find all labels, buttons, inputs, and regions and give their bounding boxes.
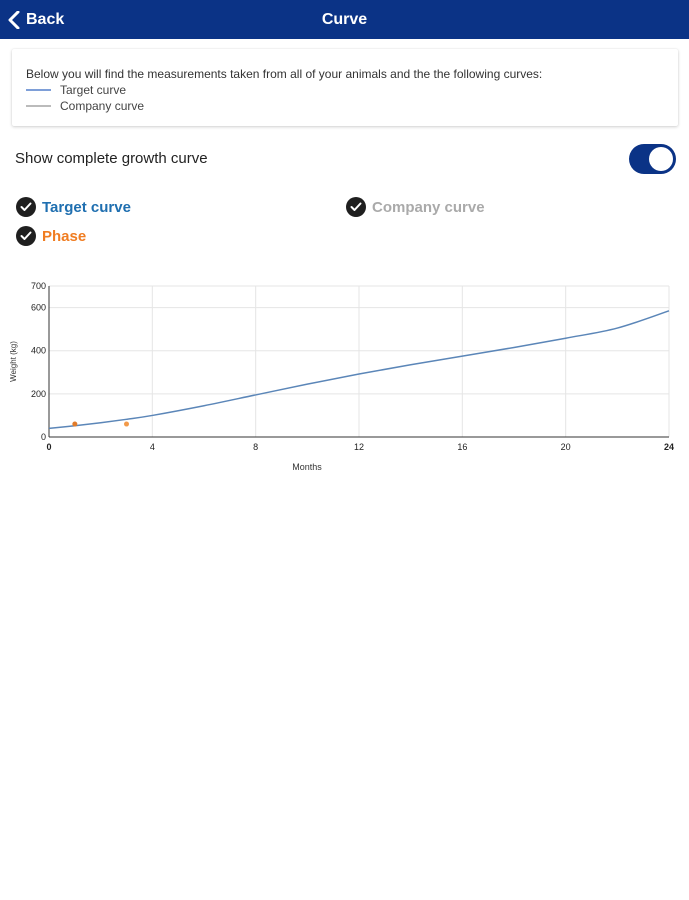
company-curve-filter-label: Company curve	[372, 198, 485, 216]
legend-label-company: Company curve	[60, 99, 145, 113]
x-tick-label: 4	[150, 442, 155, 452]
x-tick-label: 24	[664, 442, 674, 452]
check-circle-icon	[16, 197, 36, 217]
x-tick-label: 16	[457, 442, 467, 452]
y-tick-label: 0	[41, 432, 46, 442]
y-tick-label: 600	[31, 303, 46, 313]
y-tick-label: 700	[31, 281, 46, 291]
info-text: Below you will find the measurements tak…	[26, 67, 543, 81]
x-tick-label: 20	[561, 442, 571, 452]
toggle-knob	[649, 147, 673, 171]
growth-curve-toggle-label: Show complete growth curve	[15, 150, 208, 167]
legend-item-target: Target curve	[26, 83, 126, 97]
phase-filter-label: Phase	[42, 227, 87, 245]
company-curve-filter[interactable]: Company curve	[346, 197, 485, 217]
x-tick-label: 12	[354, 442, 364, 452]
growth-chart: 0 4 8 12 16 20 24 0 200 400 600 700 Months Weight (kg…	[9, 281, 674, 472]
chevron-left-icon	[8, 10, 20, 29]
y-axis-title: Weight (kg)	[9, 341, 18, 382]
y-tick-label: 200	[31, 389, 46, 399]
page-title: Curve	[321, 11, 368, 28]
y-tick-label: 400	[31, 346, 46, 356]
legend-item-company: Company curve	[26, 99, 144, 113]
x-tick-label: 0	[46, 442, 51, 452]
measurement-point	[72, 421, 78, 427]
x-tick-label: 8	[253, 442, 258, 452]
measurement-point	[124, 421, 129, 427]
top-app-bar: Back Curve	[0, 0, 689, 39]
check-circle-icon	[346, 197, 366, 217]
phase-filter[interactable]: Phase	[16, 226, 86, 246]
legend-line-target	[26, 89, 51, 91]
x-axis-title: Months	[292, 462, 322, 472]
check-circle-icon	[16, 226, 36, 246]
legend-line-company	[26, 105, 51, 107]
legend-label-target: Target curve	[60, 83, 127, 97]
back-label: Back	[26, 10, 65, 28]
growth-curve-toggle[interactable]	[629, 144, 676, 174]
back-button[interactable]: Back	[8, 0, 64, 39]
target-curve-filter-label: Target curve	[42, 198, 131, 216]
target-curve-filter[interactable]: Target curve	[16, 197, 131, 217]
info-card: Below you will find the measurements tak…	[12, 49, 678, 126]
